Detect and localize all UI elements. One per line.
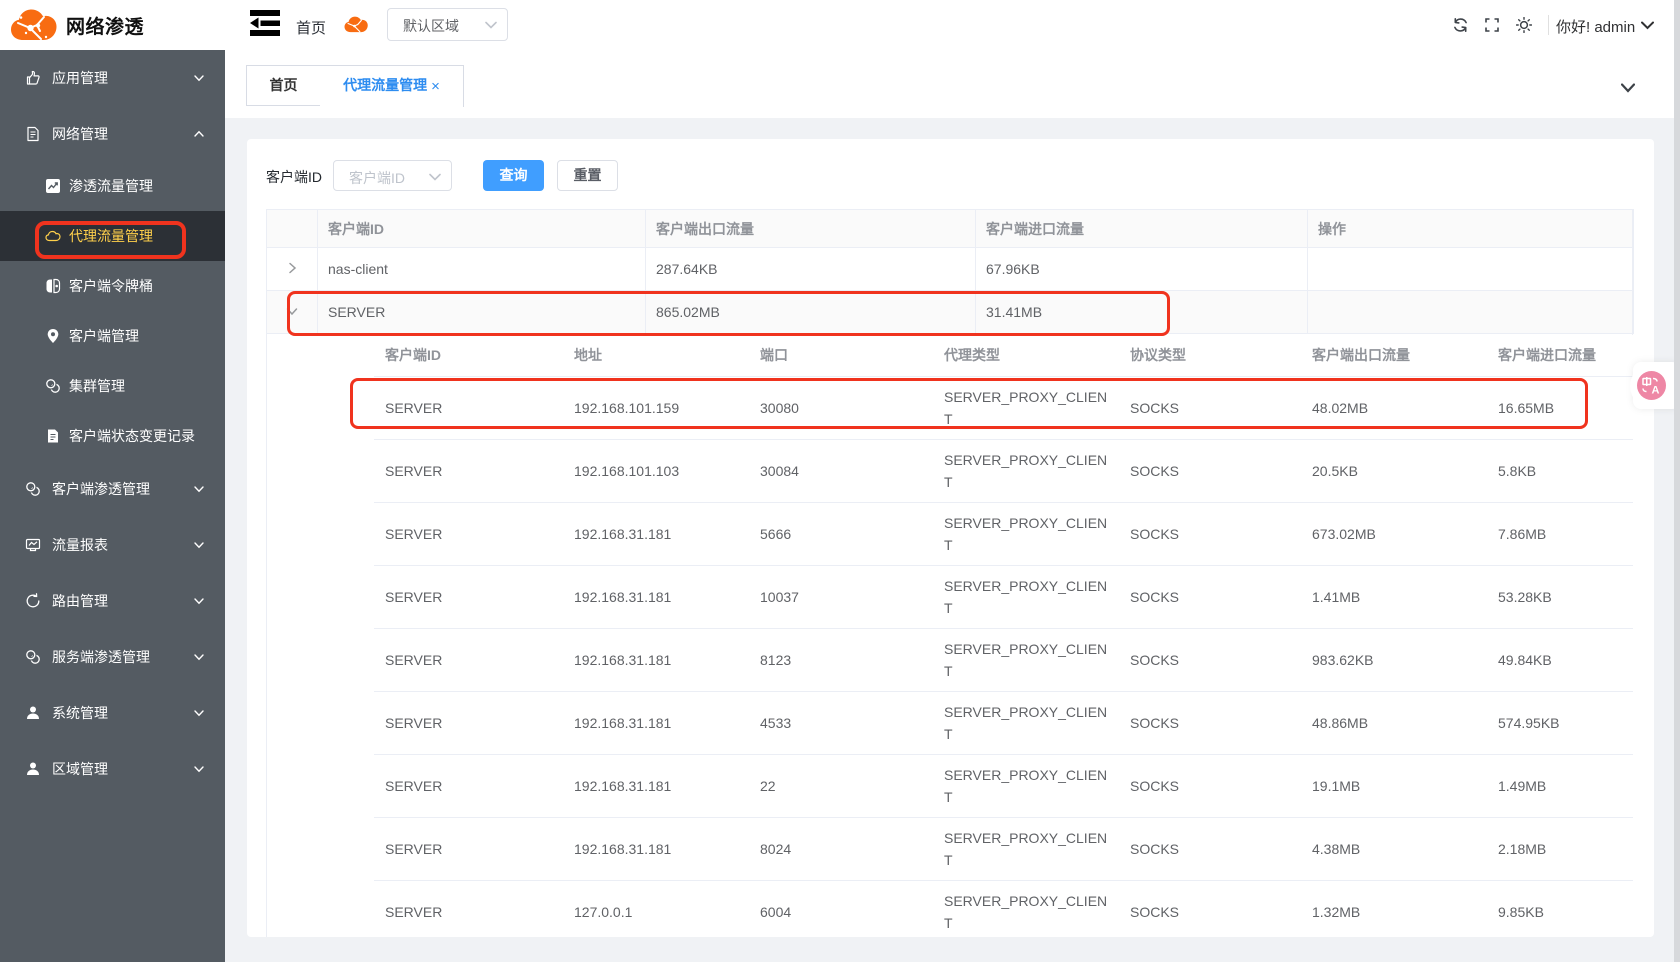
svg-text:A: A [1652, 385, 1660, 396]
